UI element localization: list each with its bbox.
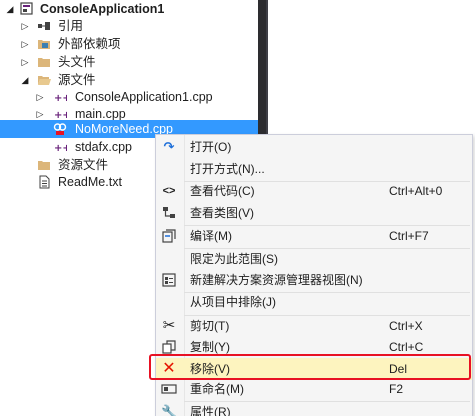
collapsed-arrow-icon[interactable]: ▷ <box>35 109 45 119</box>
collapsed-arrow-icon[interactable]: ▷ <box>35 92 45 102</box>
references-icon <box>38 22 50 30</box>
compile-icon <box>162 229 176 243</box>
cpp-file-excluded-icon <box>53 123 67 135</box>
new-view-icon <box>162 273 176 287</box>
highlight-annotation-box <box>149 354 471 380</box>
tree-item-header-files[interactable]: ▷ 头文件 <box>0 53 258 71</box>
tree-item-project[interactable]: ◢ ConsoleApplication1 <box>0 0 258 18</box>
expanded-arrow-icon[interactable]: ◢ <box>20 75 30 85</box>
menu-item-shortcut: F2 <box>389 382 404 396</box>
class-diagram-icon <box>163 207 175 218</box>
folder-icon <box>38 40 50 49</box>
resource-files-label: 资源文件 <box>58 158 109 172</box>
menu-item-label: 重命名(M) <box>190 382 244 396</box>
menu-item-open[interactable]: ↷ 打开(O) <box>156 136 472 158</box>
project-icon <box>20 2 33 15</box>
menu-item-label: 查看代码(C) <box>190 184 255 198</box>
copy-icon <box>162 340 176 354</box>
menu-item-label: 属性(R) <box>190 405 231 416</box>
menu-item-label: 从项目中排除(J) <box>190 295 276 309</box>
menu-item-label: 限定为此范围(S) <box>190 252 278 266</box>
collapsed-arrow-icon[interactable]: ▷ <box>20 21 30 31</box>
code-brackets-icon: <> <box>162 185 176 197</box>
file-label: stdafx.cpp <box>75 140 132 154</box>
menu-item-cut[interactable]: ✂ 剪切(T) Ctrl+X <box>156 315 472 337</box>
wrench-icon: 🔧 <box>161 404 179 416</box>
menu-item-label: 剪切(T) <box>190 319 230 333</box>
collapsed-arrow-icon[interactable]: ▷ <box>20 39 30 49</box>
menu-item-compile[interactable]: 编译(M) Ctrl+F7 <box>156 225 472 247</box>
cpp-file-icon: ++ <box>54 110 67 121</box>
menu-item-label: 查看类图(V) <box>190 206 254 220</box>
expanded-arrow-icon[interactable]: ◢ <box>5 4 15 14</box>
scissors-icon: ✂ <box>162 317 176 334</box>
folder-icon <box>38 161 50 170</box>
menu-item-open-with[interactable]: 打开方式(N)... <box>156 158 472 180</box>
open-folder-icon <box>38 76 51 85</box>
menu-item-view-class-diagram[interactable]: 查看类图(V) <box>156 202 472 224</box>
project-label: ConsoleApplication1 <box>40 2 165 16</box>
menu-item-exclude-from-project[interactable]: 从项目中排除(J) <box>156 291 472 313</box>
tree-item-file[interactable]: ▷ ++ ConsoleApplication1.cpp <box>0 88 258 106</box>
tree-item-source-files[interactable]: ◢ 源文件 <box>0 71 258 89</box>
menu-item-view-code[interactable]: <> 查看代码(C) Ctrl+Alt+0 <box>156 180 472 202</box>
file-label: ConsoleApplication1.cpp <box>75 90 213 104</box>
readme-label: ReadMe.txt <box>58 175 122 189</box>
tree-item-references[interactable]: ▷ 引用 <box>0 17 258 35</box>
menu-item-shortcut: Ctrl+F7 <box>389 229 429 243</box>
rename-icon <box>161 384 177 394</box>
header-files-label: 头文件 <box>58 55 96 69</box>
menu-item-properties[interactable]: 🔧 属性(R) <box>156 401 472 416</box>
text-file-icon <box>39 175 50 189</box>
menu-item-label: 编译(M) <box>190 229 232 243</box>
svg-text:++: ++ <box>54 143 67 154</box>
collapsed-arrow-icon[interactable]: ▷ <box>20 57 30 67</box>
menu-item-rename[interactable]: 重命名(M) F2 <box>156 378 472 400</box>
cpp-file-icon: ++ <box>54 93 67 104</box>
menu-item-scope-to-this[interactable]: 限定为此范围(S) <box>156 248 472 270</box>
menu-item-new-explorer-view[interactable]: 新建解决方案资源管理器视图(N) <box>156 269 472 291</box>
cpp-file-icon: ++ <box>54 143 67 154</box>
references-label: 引用 <box>58 19 84 33</box>
menu-item-shortcut: Ctrl+X <box>389 319 423 333</box>
menu-item-shortcut: Ctrl+Alt+0 <box>389 184 443 198</box>
svg-text:++: ++ <box>54 93 67 104</box>
menu-item-label: 打开方式(N)... <box>190 162 265 176</box>
menu-item-label: 新建解决方案资源管理器视图(N) <box>190 273 363 287</box>
folder-icon <box>38 58 50 67</box>
source-files-label: 源文件 <box>58 73 96 87</box>
tree-item-external-deps[interactable]: ▷ 外部依赖项 <box>0 35 258 53</box>
external-deps-label: 外部依赖项 <box>58 37 121 51</box>
open-arrow-icon: ↷ <box>163 139 175 154</box>
menu-item-label: 打开(O) <box>190 140 232 154</box>
